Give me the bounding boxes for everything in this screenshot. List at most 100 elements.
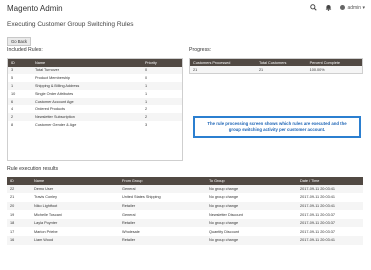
table-row: 21 Travis Conley United States Shipping No … (7, 193, 363, 202)
column-header[interactable]: ID (8, 59, 32, 67)
table-row: 2 Newsletter Subscription 2 (8, 113, 182, 122)
cell-name: Total Turnover (32, 66, 142, 75)
cell-datetime: 2017-09-11 20:03:37 (300, 212, 335, 217)
annotation-callout: The rule processing screen shows which r… (193, 116, 361, 138)
column-header[interactable]: Date / Time (297, 177, 363, 185)
cell-datetime: 2017-09-11 20:03:41 (297, 201, 363, 211)
table-row: 20 Niko Lightfoot Retailer No group change 2… (7, 201, 363, 211)
cell-priority: 0 (145, 76, 148, 81)
column-header[interactable]: Priority (142, 59, 182, 67)
table-row: 3 Total Turnover 0 (8, 66, 182, 75)
cell-id: 16 (7, 236, 31, 245)
top-header: Magento Admin admin ▾ (0, 0, 371, 18)
table-row: 5 Product Membership 0 (8, 74, 182, 82)
cell-to-group: No group change (206, 218, 297, 228)
table-row: 1 Shipping & Billing Address 1 (8, 82, 182, 90)
included-rules-title: Included Rules: (7, 47, 43, 53)
cell-from-group: Retailer (119, 201, 206, 211)
percent-complete-value: 100.00% (306, 66, 363, 74)
cell-id: 6 (8, 97, 32, 106)
column-header[interactable]: Name (32, 59, 142, 67)
results-table: ID Name From Group To Group Date / Time … (7, 177, 363, 245)
table-row: 6 Customer Account Age 1 (8, 97, 182, 106)
cell-datetime: 2017-09-11 20:03:37 (297, 218, 363, 228)
customers-processed-value: 21 (189, 66, 256, 74)
column-header[interactable]: Name (31, 177, 119, 185)
cell-datetime: 2017-09-11 20:03:41 (300, 195, 335, 200)
cell-name: Layla Poynter (31, 218, 119, 228)
included-rules-panel: ID Name Priority 3 Total Turnover 0 5 Produ… (7, 58, 183, 161)
cell-priority: 1 (142, 82, 182, 90)
cell-to-group: No group change (206, 184, 297, 194)
go-back-button[interactable]: Go Back (7, 37, 31, 46)
table-row: 17 Marion Priebe Wholesale Quantity Discoun… (7, 227, 363, 236)
cell-datetime: 2017-09-11 20:03:41 (297, 184, 363, 194)
cell-priority: 2 (142, 113, 182, 122)
cell-datetime: 2017-09-11 20:03:41 (297, 236, 363, 245)
header-toolbar: admin ▾ (310, 4, 365, 11)
cell-name: Customer Account Age (32, 97, 142, 106)
cell-from-group: Wholesale (122, 229, 140, 234)
cell-name: Customer Gender & Age (35, 122, 77, 127)
cell-id: 10 (11, 91, 16, 96)
cell-name: Michelle Toscani (34, 212, 62, 217)
cell-id: 4 (11, 107, 14, 112)
user-menu[interactable]: admin ▾ (340, 5, 365, 11)
cell-priority: 2 (145, 107, 148, 112)
cell-to-group: Quantity Discount (209, 229, 239, 234)
progress-title: Progress: (189, 47, 212, 53)
cell-name: Niko Lightfoot (31, 201, 119, 211)
table-row: 4 Ordered Products 2 (8, 105, 182, 113)
cell-to-group: No group change (206, 201, 297, 211)
results-title: Rule execution results (7, 166, 59, 172)
cell-id: 22 (7, 184, 31, 194)
cell-from-group: United States Shipping (122, 195, 161, 200)
page-title: Executing Customer Group Switching Rules (7, 21, 134, 28)
cell-priority: 0 (142, 66, 182, 75)
column-header: Total Customers (255, 58, 307, 66)
cell-name: Shipping & Billing Address (32, 82, 142, 90)
cell-id: 8 (11, 122, 14, 127)
column-header[interactable]: To Group (206, 177, 297, 185)
table-row: 8 Customer Gender & Age 3 (8, 121, 182, 129)
column-header[interactable]: From Group (119, 177, 206, 185)
cell-priority: 1 (142, 97, 182, 106)
cell-name: Ordered Products (35, 107, 65, 112)
table-row: 18 Layla Poynter Retailer No group change 20… (7, 218, 363, 228)
cell-from-group: General (119, 184, 206, 194)
cell-name: Demo User (31, 184, 119, 194)
total-customers-value: 21 (255, 66, 307, 74)
cell-from-group: Retailer (119, 218, 206, 228)
progress-table: Customers Processed Total Customers Perc… (189, 58, 363, 75)
user-menu-label: admin ▾ (347, 4, 365, 11)
column-header: Percent Complete (306, 58, 363, 66)
table-row: 21 21 100.00% (189, 66, 363, 74)
cell-priority: 3 (145, 122, 148, 127)
cell-name: Travis Conley (34, 195, 58, 200)
cell-id: 20 (7, 201, 31, 211)
cell-id: 3 (8, 66, 32, 75)
cell-to-group: No group change (206, 236, 297, 245)
cell-name: Product Membership (35, 76, 71, 81)
cell-name: Marion Priebe (34, 229, 58, 234)
cell-name: Liam Wood (31, 236, 119, 245)
included-rules-table: ID Name Priority 3 Total Turnover 0 5 Produ… (8, 59, 182, 129)
table-row: 19 Michelle Toscani General Newsletter Disc… (7, 210, 363, 219)
progress-panel: Customers Processed Total Customers Perc… (189, 58, 363, 75)
bell-icon[interactable] (325, 4, 332, 11)
cell-id: 1 (8, 82, 32, 90)
column-header[interactable]: ID (7, 177, 31, 185)
cell-name: Newsletter Subscription (32, 113, 142, 122)
results-panel: ID Name From Group To Group Date / Time … (7, 177, 363, 245)
cell-id: 18 (7, 218, 31, 228)
cell-from-group: Retailer (119, 236, 206, 245)
table-row: 22 Demo User General No group change 2017-09… (7, 184, 363, 194)
cell-datetime: 2017-09-11 20:03:37 (300, 229, 335, 234)
cell-from-group: General (122, 212, 136, 217)
cell-id: 21 (10, 195, 15, 200)
cell-id: 17 (10, 229, 15, 234)
brand-title: Magento Admin (7, 4, 63, 13)
cell-name: Single Order Attributes (35, 91, 74, 96)
cell-id: 19 (10, 212, 15, 217)
search-icon[interactable] (310, 4, 318, 11)
